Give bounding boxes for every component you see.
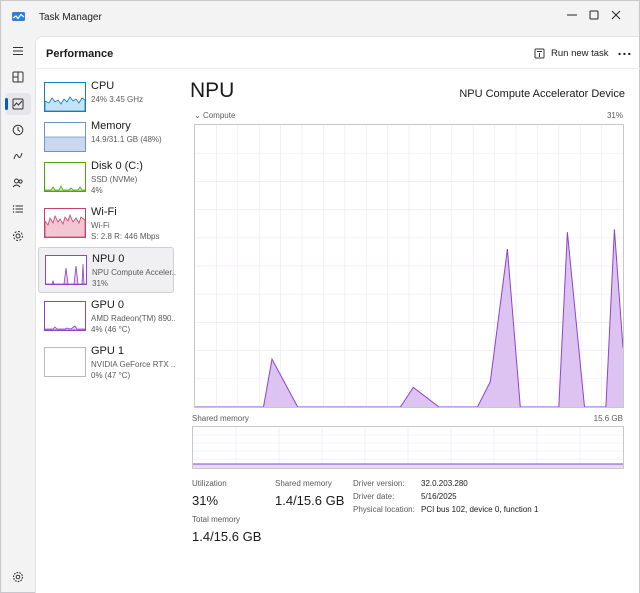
gpu1-thumbnail-graph bbox=[44, 347, 86, 377]
device-detail: AMD Radeon(TM) 890... bbox=[91, 314, 175, 323]
device-usage: 0% (47 °C) bbox=[91, 371, 131, 380]
device-detail: Wi-Fi bbox=[91, 221, 110, 230]
header-divider bbox=[36, 68, 640, 69]
device-detail: 24% 3.45 GHz bbox=[91, 95, 144, 104]
compute-chart bbox=[195, 125, 624, 408]
memory-thumbnail-graph bbox=[44, 122, 86, 152]
shared-memory-graph-max: 15.6 GB bbox=[593, 414, 623, 423]
driver-date-label: Driver date: bbox=[353, 492, 395, 501]
total-memory-label: Total memory bbox=[192, 515, 241, 524]
compute-percent-max: 31% bbox=[606, 111, 623, 120]
device-usage: 4% bbox=[91, 186, 103, 195]
task-manager-window: Task Manager Performance Run new task ..… bbox=[0, 0, 640, 593]
compute-graph bbox=[194, 124, 624, 408]
driver-date-value: 5/16/2025 bbox=[421, 492, 457, 501]
gpu0-thumbnail-graph bbox=[44, 301, 86, 331]
title-bar: Task Manager bbox=[1, 1, 639, 35]
nav-startup-apps[interactable] bbox=[5, 145, 31, 167]
nav-details[interactable] bbox=[5, 198, 31, 220]
startup-apps-icon bbox=[13, 152, 23, 160]
device-detail: NPU Compute Acceler... bbox=[92, 268, 176, 277]
device-detail: NVIDIA GeForce RTX ... bbox=[91, 360, 175, 369]
physical-location-value: PCI bus 102, device 0, function 1 bbox=[421, 505, 539, 514]
shared-memory-value: 1.4/15.6 GB bbox=[275, 493, 345, 508]
nav-users[interactable] bbox=[5, 172, 31, 194]
nav-services[interactable] bbox=[5, 225, 31, 247]
compute-label: Compute bbox=[202, 111, 236, 120]
services-icon bbox=[13, 231, 23, 241]
physical-location-label: Physical location: bbox=[353, 505, 415, 514]
wifi-thumbnail-graph bbox=[44, 208, 86, 238]
window-title: Task Manager bbox=[39, 12, 102, 23]
detail-device-name: NPU Compute Accelerator Device bbox=[459, 88, 625, 100]
utilization-value: 31% bbox=[192, 493, 219, 508]
app-history-icon bbox=[12, 124, 24, 136]
device-name: Memory bbox=[91, 120, 131, 132]
total-memory-value: 1.4/15.6 GB bbox=[192, 529, 262, 544]
shared-memory-chart bbox=[193, 427, 623, 468]
compute-dropdown[interactable]: ⌄ Compute bbox=[194, 111, 235, 120]
shared-memory-graph bbox=[192, 426, 624, 469]
settings-icon bbox=[12, 571, 24, 583]
device-detail: 14.9/31.1 GB (48%) bbox=[91, 135, 162, 144]
device-npu-0[interactable]: NPU 0 NPU Compute Acceler... 31% bbox=[38, 247, 176, 293]
shared-memory-label: Shared memory bbox=[275, 479, 332, 488]
users-icon bbox=[12, 178, 23, 188]
page-title: Performance bbox=[46, 48, 114, 60]
device-name: Wi-Fi bbox=[91, 206, 117, 218]
device-name: Disk 0 (C:) bbox=[91, 160, 143, 172]
device-throughput: S: 2.8 R: 446 Mbps bbox=[91, 232, 160, 241]
details-icon bbox=[12, 205, 23, 213]
close-button[interactable] bbox=[593, 1, 639, 29]
run-new-task-button[interactable]: Run new task bbox=[534, 43, 609, 63]
task-manager-app-icon bbox=[12, 12, 25, 21]
utilization-label: Utilization bbox=[192, 479, 227, 488]
driver-version-value: 32.0.203.280 bbox=[421, 479, 468, 488]
run-task-icon bbox=[534, 48, 545, 58]
device-disk-0[interactable]: Disk 0 (C:) SSD (NVMe) 4% bbox=[38, 155, 174, 201]
compute-gridlines bbox=[195, 125, 623, 407]
hamburger-icon bbox=[13, 47, 23, 55]
performance-icon bbox=[12, 98, 24, 110]
device-name: NPU 0 bbox=[92, 253, 125, 265]
npu-thumbnail-graph bbox=[45, 255, 87, 285]
performance-page: Performance Run new task ... CPU 24% 3.4… bbox=[35, 36, 640, 593]
cpu-thumbnail-graph bbox=[44, 82, 86, 112]
device-name: GPU 1 bbox=[91, 345, 125, 357]
close-icon bbox=[611, 10, 621, 20]
processes-icon bbox=[12, 71, 24, 83]
disk-thumbnail-graph bbox=[44, 162, 86, 192]
device-gpu-1[interactable]: GPU 1 NVIDIA GeForce RTX ... 0% (47 °C) bbox=[38, 340, 175, 386]
nav-processes[interactable] bbox=[5, 66, 31, 88]
hamburger-menu-button[interactable] bbox=[5, 40, 31, 62]
device-name: CPU bbox=[91, 80, 115, 92]
detail-title: NPU bbox=[190, 79, 235, 102]
shared-memory-graph-label: Shared memory bbox=[192, 414, 249, 423]
device-detail: SSD (NVMe) bbox=[91, 175, 138, 184]
device-gpu-0[interactable]: GPU 0 AMD Radeon(TM) 890... 4% (46 °C) bbox=[38, 294, 175, 340]
device-usage: 31% bbox=[92, 279, 109, 288]
chevron-down-icon: ⌄ bbox=[194, 111, 201, 120]
device-wifi[interactable]: Wi-Fi Wi-Fi S: 2.8 R: 446 Mbps bbox=[38, 201, 174, 247]
more-options-button[interactable]: ... bbox=[614, 43, 636, 63]
driver-version-label: Driver version: bbox=[353, 479, 405, 488]
nav-performance[interactable] bbox=[5, 93, 31, 115]
device-name: GPU 0 bbox=[91, 299, 125, 311]
nav-app-history[interactable] bbox=[5, 119, 31, 141]
nav-settings[interactable] bbox=[5, 566, 31, 588]
navigation-rail bbox=[1, 35, 35, 593]
device-usage: 4% (46 °C) bbox=[91, 325, 131, 334]
run-new-task-label: Run new task bbox=[551, 47, 609, 59]
